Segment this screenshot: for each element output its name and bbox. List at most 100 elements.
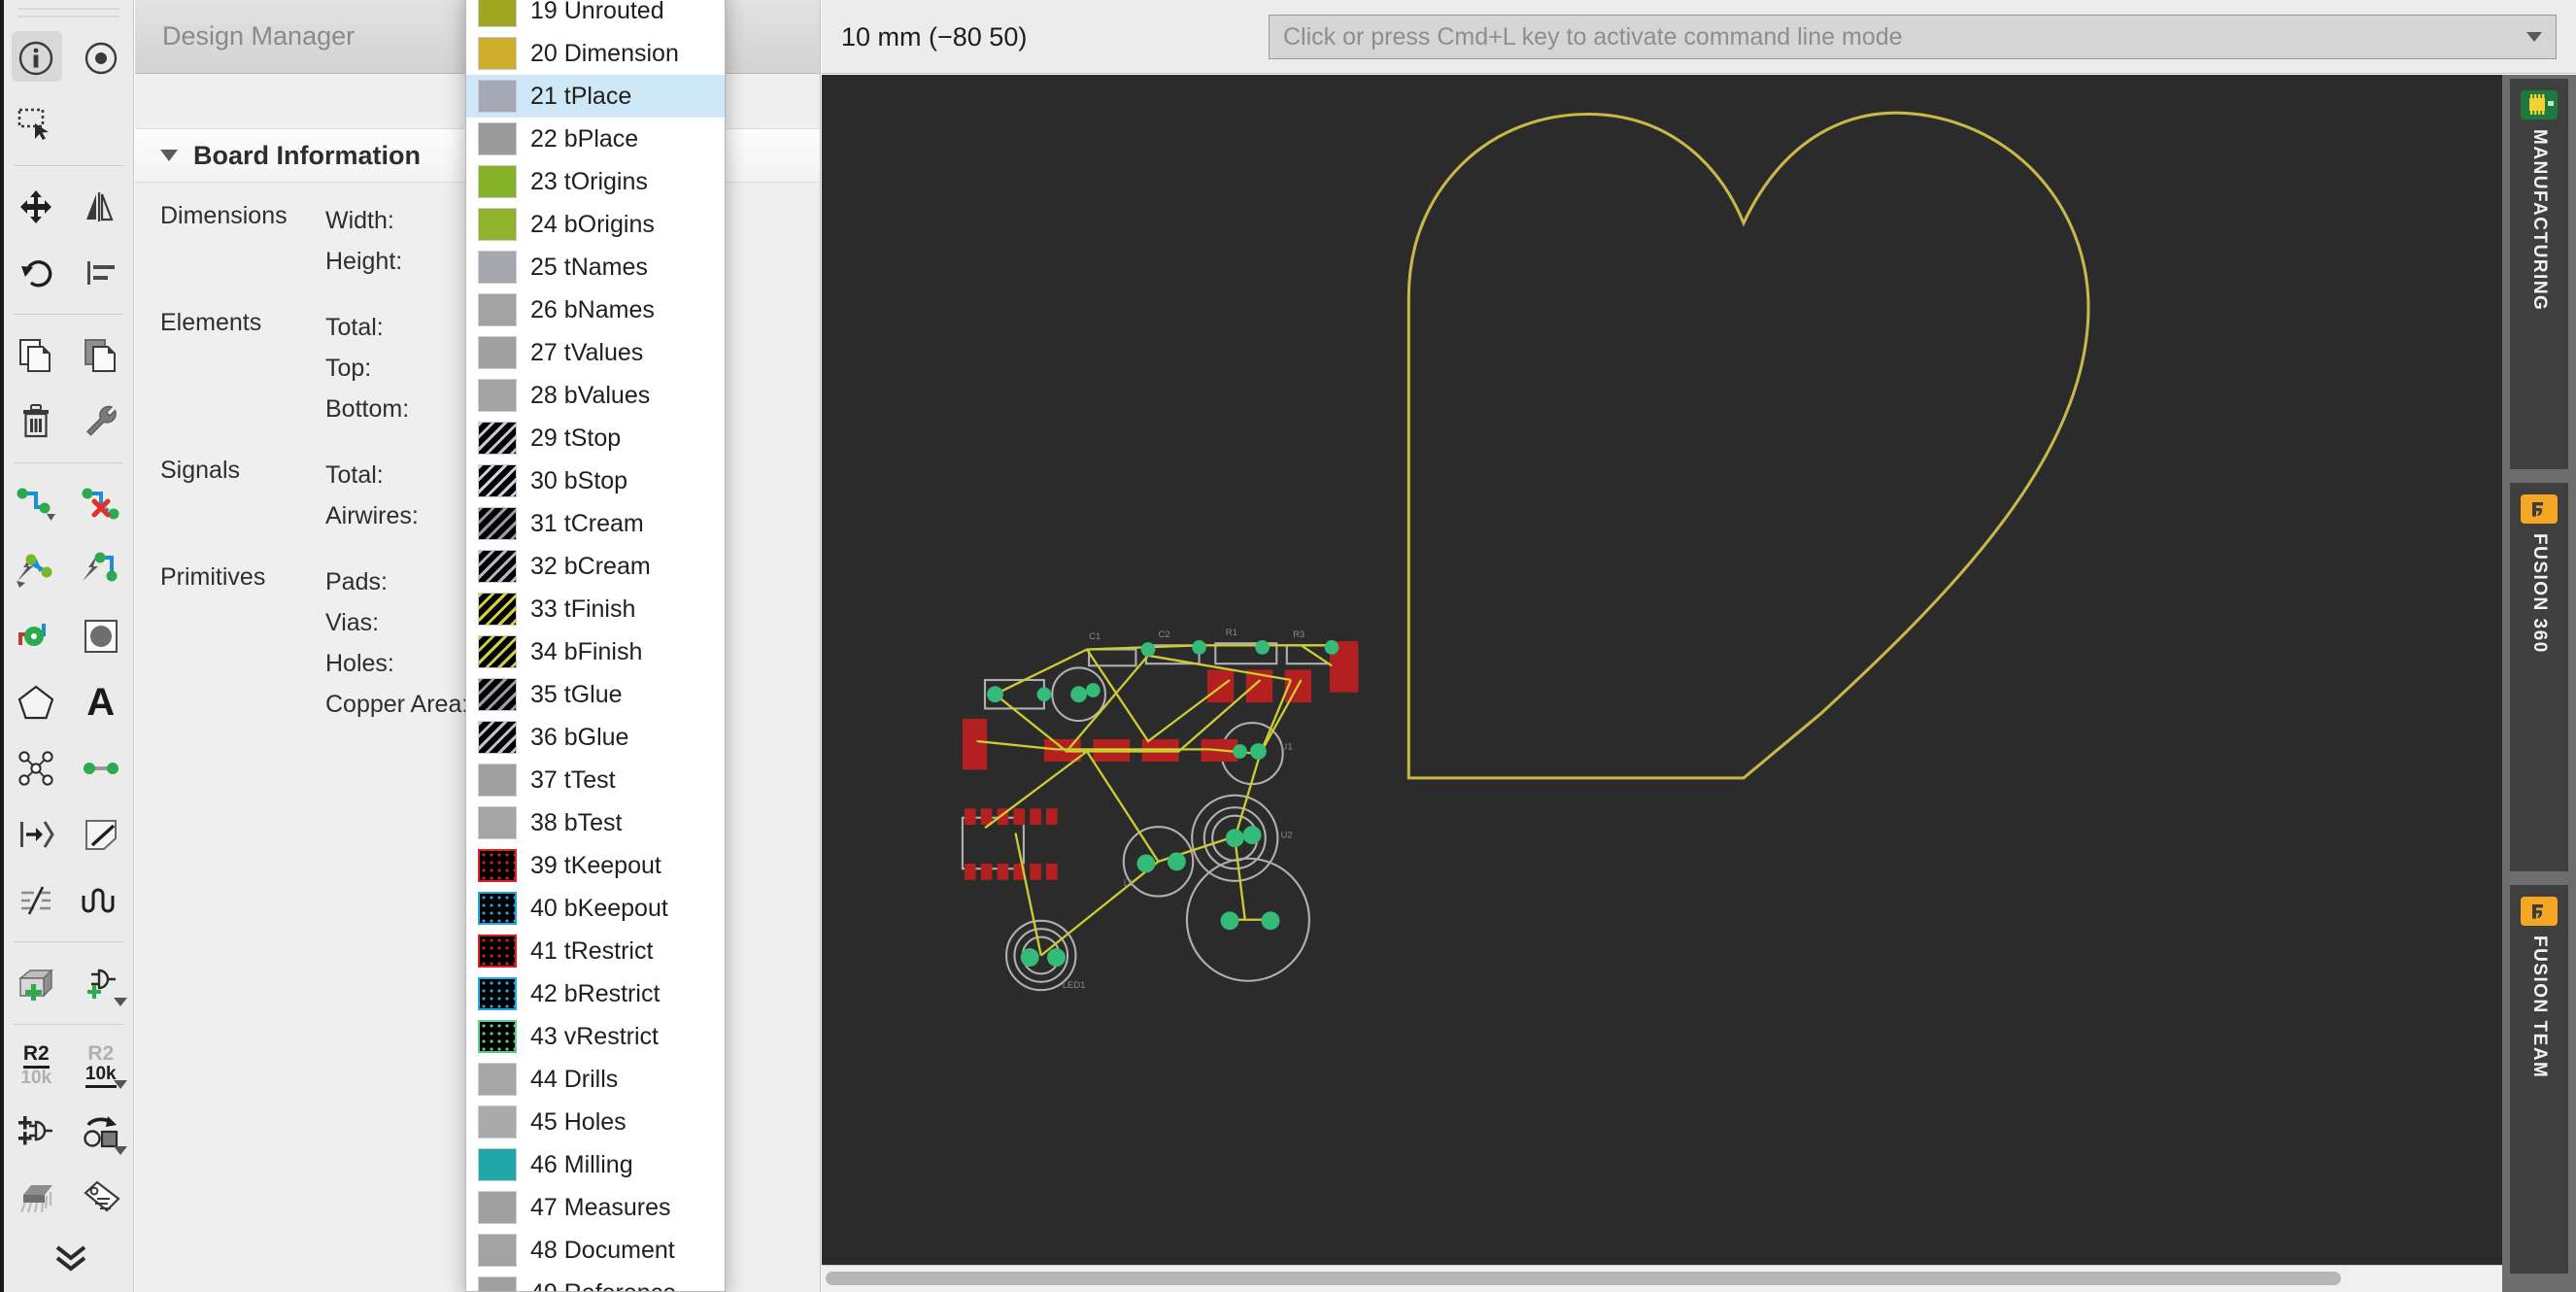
package-icon-button[interactable] bbox=[4, 1165, 69, 1231]
chevron-down-icon[interactable] bbox=[2526, 32, 2542, 42]
layer-color-swatch bbox=[478, 1148, 517, 1181]
mirror-icon-button[interactable] bbox=[69, 174, 134, 240]
toolbar-row bbox=[4, 323, 133, 389]
route-airwire-icon-button[interactable] bbox=[4, 471, 69, 537]
layer-item-unrouted[interactable]: 19 Unrouted bbox=[466, 0, 725, 32]
layer-item-trestrict[interactable]: 41 tRestrict bbox=[466, 930, 725, 972]
layer-item-bvalues[interactable]: 28 bValues bbox=[466, 374, 725, 417]
layer-item-brestrict[interactable]: 42 bRestrict bbox=[466, 972, 725, 1015]
layer-item-tvalues[interactable]: 27 tValues bbox=[466, 331, 725, 374]
autoroute-icon-button[interactable] bbox=[4, 537, 69, 603]
horizontal-scrollbar[interactable] bbox=[822, 1265, 2502, 1292]
delete-trash-icon-button[interactable] bbox=[4, 389, 69, 455]
layer-color-swatch bbox=[478, 464, 517, 497]
layer-item-bplace[interactable]: 22 bPlace bbox=[466, 118, 725, 160]
ratsnest-icon-button[interactable] bbox=[4, 735, 69, 801]
toolbar-row bbox=[4, 867, 133, 934]
layer-item-tglue[interactable]: 35 tGlue bbox=[466, 673, 725, 716]
copy-icon-button[interactable] bbox=[4, 323, 69, 389]
layer-item-label: 43 vRestrict bbox=[530, 1023, 659, 1051]
panel-title: Design Manager bbox=[162, 21, 355, 51]
layer-item-tkeepout[interactable]: 39 tKeepout bbox=[466, 844, 725, 887]
toolbar-divider bbox=[14, 314, 123, 315]
layer-item-borigins[interactable]: 24 bOrigins bbox=[466, 203, 725, 246]
layer-item-btest[interactable]: 38 bTest bbox=[466, 801, 725, 844]
scrollbar-thumb[interactable] bbox=[826, 1272, 2341, 1285]
layer-item-tnames[interactable]: 25 tNames bbox=[466, 246, 725, 289]
marquee-select-icon-button[interactable] bbox=[4, 91, 69, 157]
layer-selector-dropdown[interactable]: 19 Unrouted20 Dimension21 tPlace22 bPlac… bbox=[465, 0, 726, 1292]
layer-item-label: 34 bFinish bbox=[530, 638, 642, 666]
add-part-icon-button[interactable] bbox=[4, 950, 69, 1016]
layer-color-swatch bbox=[478, 593, 517, 626]
rail-tab-fusion-team[interactable]: FUSION TEAM bbox=[2510, 885, 2568, 1274]
chevron-down-icon[interactable] bbox=[114, 998, 127, 1006]
toolbar-expand-button[interactable] bbox=[4, 1243, 138, 1275]
layer-item-torigins[interactable]: 23 tOrigins bbox=[466, 160, 725, 203]
rotate-icon-button[interactable] bbox=[4, 240, 69, 306]
layer-item-measures[interactable]: 47 Measures bbox=[466, 1186, 725, 1229]
toolbar-divider bbox=[14, 462, 123, 463]
layer-item-bnames[interactable]: 26 bNames bbox=[466, 289, 725, 331]
add-component-icon-button[interactable] bbox=[69, 950, 134, 1016]
layer-item-bcream[interactable]: 32 bCream bbox=[466, 545, 725, 588]
via-icon-button[interactable] bbox=[4, 603, 69, 669]
text-icon-button[interactable]: A bbox=[69, 669, 134, 735]
layer-item-label: 42 bRestrict bbox=[530, 980, 660, 1008]
polygon-pour-icon-button[interactable] bbox=[69, 603, 134, 669]
value-icon-button[interactable]: R2 10k bbox=[69, 1033, 134, 1099]
triangle-down-icon[interactable] bbox=[160, 150, 178, 161]
fusion-360-icon bbox=[2521, 494, 2558, 524]
layer-item-bfinish[interactable]: 34 bFinish bbox=[466, 630, 725, 673]
rail-tab-fusion-360[interactable]: FUSION 360 bbox=[2510, 483, 2568, 871]
command-line-input[interactable]: Click or press Cmd+L key to activate com… bbox=[1269, 15, 2557, 59]
name-icon-button[interactable]: R2 10k bbox=[4, 1033, 69, 1099]
chamfer-icon-button[interactable] bbox=[69, 801, 134, 867]
layer-item-label: 29 tStop bbox=[530, 425, 621, 453]
target-icon-button[interactable] bbox=[69, 25, 134, 91]
layer-item-bkeepout[interactable]: 40 bKeepout bbox=[466, 887, 725, 930]
layer-item-label: 25 tNames bbox=[530, 254, 648, 282]
layer-item-tstop[interactable]: 29 tStop bbox=[466, 417, 725, 459]
ripup-icon-button[interactable] bbox=[69, 471, 134, 537]
toolbar-row bbox=[4, 471, 133, 537]
pcb-canvas[interactable]: C1C2 R1R3 U1U2 L1LED1 bbox=[822, 75, 2502, 1265]
layer-item-holes[interactable]: 45 Holes bbox=[466, 1101, 725, 1143]
layer-color-swatch bbox=[478, 80, 517, 113]
meander-icon-button[interactable] bbox=[69, 867, 134, 934]
toolbar-row bbox=[4, 1099, 133, 1165]
layer-item-ttest[interactable]: 37 tTest bbox=[466, 759, 725, 801]
layer-item-tfinish[interactable]: 33 tFinish bbox=[466, 588, 725, 630]
chevron-down-icon[interactable] bbox=[114, 1146, 127, 1155]
polygon-icon-button[interactable] bbox=[4, 669, 69, 735]
paste-icon-button[interactable] bbox=[69, 323, 134, 389]
layer-color-swatch bbox=[478, 37, 517, 70]
layer-item-bglue[interactable]: 36 bGlue bbox=[466, 716, 725, 759]
miter-icon-button[interactable] bbox=[4, 801, 69, 867]
layer-item-reference[interactable]: 49 Reference bbox=[466, 1272, 725, 1292]
layer-item-drills[interactable]: 44 Drills bbox=[466, 1058, 725, 1101]
align-icon-button[interactable] bbox=[69, 240, 134, 306]
layer-item-document[interactable]: 48 Document bbox=[466, 1229, 725, 1272]
add-pin-icon-button[interactable] bbox=[4, 1099, 69, 1165]
move-icon-button[interactable] bbox=[4, 174, 69, 240]
layer-item-label: 26 bNames bbox=[530, 296, 655, 324]
split-icon-button[interactable] bbox=[4, 867, 69, 934]
route-icon-button[interactable] bbox=[69, 537, 134, 603]
chevron-down-icon[interactable] bbox=[114, 1080, 127, 1089]
attribute-tag-icon-button[interactable] bbox=[69, 1165, 134, 1231]
wire-icon-button[interactable] bbox=[69, 735, 134, 801]
layer-item-tcream[interactable]: 31 tCream bbox=[466, 502, 725, 545]
layer-item-dimension[interactable]: 20 Dimension bbox=[466, 32, 725, 75]
info-icon-button[interactable] bbox=[4, 25, 69, 91]
rail-tab-manufacturing[interactable]: MANUFACTURING bbox=[2510, 79, 2568, 469]
layer-color-swatch bbox=[478, 208, 517, 241]
layer-color-swatch bbox=[478, 1020, 517, 1053]
layer-item-tplace[interactable]: 21 tPlace bbox=[466, 75, 725, 118]
layer-item-label: 41 tRestrict bbox=[530, 937, 653, 966]
layer-item-bstop[interactable]: 30 bStop bbox=[466, 459, 725, 502]
layer-item-milling[interactable]: 46 Milling bbox=[466, 1143, 725, 1186]
layer-item-vrestrict[interactable]: 43 vRestrict bbox=[466, 1015, 725, 1058]
replace-icon-button[interactable] bbox=[69, 1099, 134, 1165]
wrench-icon-button[interactable] bbox=[69, 389, 134, 455]
